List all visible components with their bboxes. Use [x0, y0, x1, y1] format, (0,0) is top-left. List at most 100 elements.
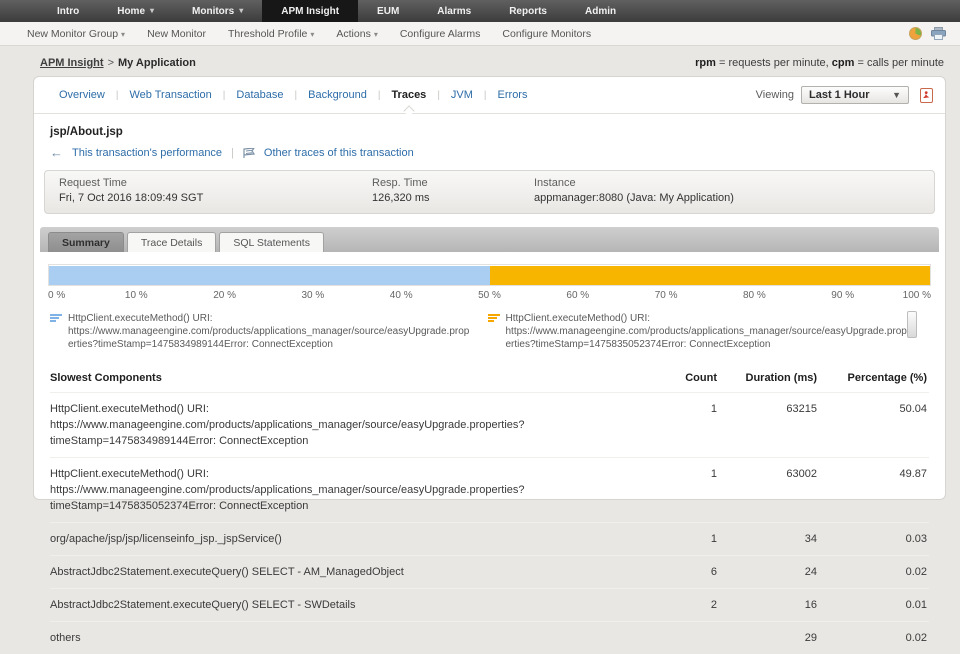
cell-duration: 24 [717, 564, 817, 580]
legend-item-2: HttpClient.executeMethod() URI:https://w… [488, 312, 912, 351]
printer-icon[interactable] [931, 27, 946, 40]
legend-scrollbar[interactable] [907, 311, 917, 338]
action-toolbar: New Monitor Group▾New MonitorThreshold P… [0, 22, 960, 46]
time-range-value: Last 1 Hour [809, 89, 870, 101]
toolbar-item-threshold-profile[interactable]: Threshold Profile▾ [217, 28, 325, 40]
cell-component: org/apache/jsp/jsp/licenseinfo_jsp._jspS… [50, 531, 637, 547]
x-tick-label: 0 % [48, 290, 65, 301]
tab-jvm[interactable]: JVM [440, 89, 484, 101]
table-row[interactable]: AbstractJdbc2Statement.executeQuery() SE… [50, 555, 929, 588]
legend-title: HttpClient.executeMethod() URI: [68, 312, 474, 325]
trace-info-box: Request TimeFri, 7 Oct 2016 18:09:49 SGT… [44, 170, 935, 214]
legend-bars-icon [488, 314, 500, 351]
cell-component: AbstractJdbc2Statement.executeQuery() SE… [50, 597, 637, 613]
breadcrumb: APM Insight>My Application [40, 57, 196, 69]
nav-item-apm-insight[interactable]: APM Insight [262, 0, 358, 22]
cell-percentage: 0.02 [817, 564, 929, 580]
nav-item-admin[interactable]: Admin [566, 0, 635, 22]
info-label: Resp. Time [372, 176, 534, 191]
cpm-def: = calls per minute [854, 57, 944, 69]
cell-count: 1 [637, 466, 717, 482]
info-field-request-time: Request TimeFri, 7 Oct 2016 18:09:49 SGT [59, 176, 372, 206]
tab-web-transaction[interactable]: Web Transaction [118, 89, 222, 101]
cell-duration: 63215 [717, 401, 817, 417]
nav-item-label: Alarms [437, 6, 471, 17]
tab-overview[interactable]: Overview [48, 89, 116, 101]
info-field-instance: Instanceappmanager:8080 (Java: My Applic… [534, 176, 920, 206]
x-tick-label: 50 % [478, 290, 501, 301]
legend-detail: https://www.manageengine.com/products/ap… [506, 325, 912, 351]
transaction-performance-link[interactable]: This transaction's performance [72, 147, 222, 159]
nav-item-intro[interactable]: Intro [38, 0, 98, 22]
info-value: 126,320 ms [372, 191, 534, 206]
cell-count: 2 [637, 597, 717, 613]
table-row[interactable]: AbstractJdbc2Statement.executeQuery() SE… [50, 588, 929, 621]
header-duration: Duration (ms) [717, 372, 817, 384]
cell-percentage: 0.03 [817, 531, 929, 547]
cell-count: 1 [637, 531, 717, 547]
pdf-export-icon[interactable] [920, 88, 933, 103]
stacked-bar-plot [48, 264, 931, 286]
cell-component: others [50, 630, 637, 646]
nav-item-home[interactable]: Home▾ [98, 0, 173, 22]
pie-chart-icon[interactable] [909, 27, 922, 40]
nav-item-label: Home [117, 6, 145, 17]
traces-flag-icon [243, 148, 255, 158]
legend-text: HttpClient.executeMethod() URI:https://w… [68, 312, 474, 351]
subtab-sql-statements[interactable]: SQL Statements [219, 232, 324, 252]
bar-segment-1[interactable] [49, 266, 490, 285]
breadcrumb-separator: > [108, 57, 114, 69]
info-value: appmanager:8080 (Java: My Application) [534, 191, 920, 206]
tab-database[interactable]: Database [225, 89, 294, 101]
toolbar-item-configure-monitors[interactable]: Configure Monitors [491, 28, 602, 40]
header-percentage: Percentage (%) [817, 372, 929, 384]
transaction-title: jsp/About.jsp [34, 114, 945, 146]
bar-segment-2[interactable] [490, 266, 930, 285]
toolbar-item-actions[interactable]: Actions▾ [325, 28, 388, 40]
tab-background[interactable]: Background [297, 89, 378, 101]
table-header-row: Slowest Components Count Duration (ms) P… [50, 365, 929, 392]
cpm-term: cpm [832, 57, 855, 69]
subtab-trace-details[interactable]: Trace Details [127, 232, 216, 252]
nav-item-monitors[interactable]: Monitors▾ [173, 0, 262, 22]
toolbar-item-new-monitor[interactable]: New Monitor [136, 28, 217, 40]
nav-item-reports[interactable]: Reports [490, 0, 566, 22]
subtab-summary[interactable]: Summary [48, 232, 124, 252]
nav-item-alarms[interactable]: Alarms [418, 0, 490, 22]
toolbar-item-new-monitor-group[interactable]: New Monitor Group▾ [16, 28, 136, 40]
breadcrumb-apm-insight-link[interactable]: APM Insight [40, 57, 104, 69]
cell-count: 6 [637, 564, 717, 580]
legend-item-1: HttpClient.executeMethod() URI:https://w… [50, 312, 474, 351]
x-tick-label: 70 % [655, 290, 678, 301]
tab-traces[interactable]: Traces [380, 89, 437, 101]
x-tick-label: 10 % [125, 290, 148, 301]
main-panel: Overview|Web Transaction|Database|Backgr… [33, 76, 946, 500]
cell-duration: 16 [717, 597, 817, 613]
nav-item-eum[interactable]: EUM [358, 0, 418, 22]
section-tabs: Overview|Web Transaction|Database|Backgr… [34, 77, 945, 114]
table-row[interactable]: others290.02 [50, 621, 929, 654]
x-tick-label: 20 % [213, 290, 236, 301]
chevron-down-icon: ▾ [374, 30, 378, 39]
x-tick-label: 30 % [301, 290, 324, 301]
cell-percentage: 0.01 [817, 597, 929, 613]
chart-legend: HttpClient.executeMethod() URI: https://w… [34, 303, 945, 355]
legend-bars-icon [50, 314, 62, 351]
chevron-down-icon: ▼ [892, 90, 901, 100]
toolbar-item-configure-alarms[interactable]: Configure Alarms [389, 28, 492, 40]
tab-errors[interactable]: Errors [487, 89, 539, 101]
time-range-select[interactable]: Last 1 Hour ▼ [801, 86, 909, 104]
header-count: Count [637, 372, 717, 384]
x-tick-label: 90 % [831, 290, 854, 301]
units-note: rpm = requests per minute, cpm = calls p… [695, 57, 944, 69]
top-nav: Intro Home▾Monitors▾APM InsightEUM Alarms R… [0, 0, 960, 22]
cell-component: HttpClient.executeMethod() URI: https://… [50, 401, 637, 449]
nav-item-label: Intro [57, 6, 79, 17]
info-label: Request Time [59, 176, 372, 191]
cell-percentage: 50.04 [817, 401, 929, 417]
table-row[interactable]: HttpClient.executeMethod() URI: https://… [50, 457, 929, 522]
legend-text: HttpClient.executeMethod() URI:https://w… [506, 312, 912, 351]
viewing-label: Viewing [756, 89, 794, 101]
table-row[interactable]: HttpClient.executeMethod() URI: https://… [50, 392, 929, 457]
other-traces-link[interactable]: Other traces of this transaction [264, 147, 414, 159]
